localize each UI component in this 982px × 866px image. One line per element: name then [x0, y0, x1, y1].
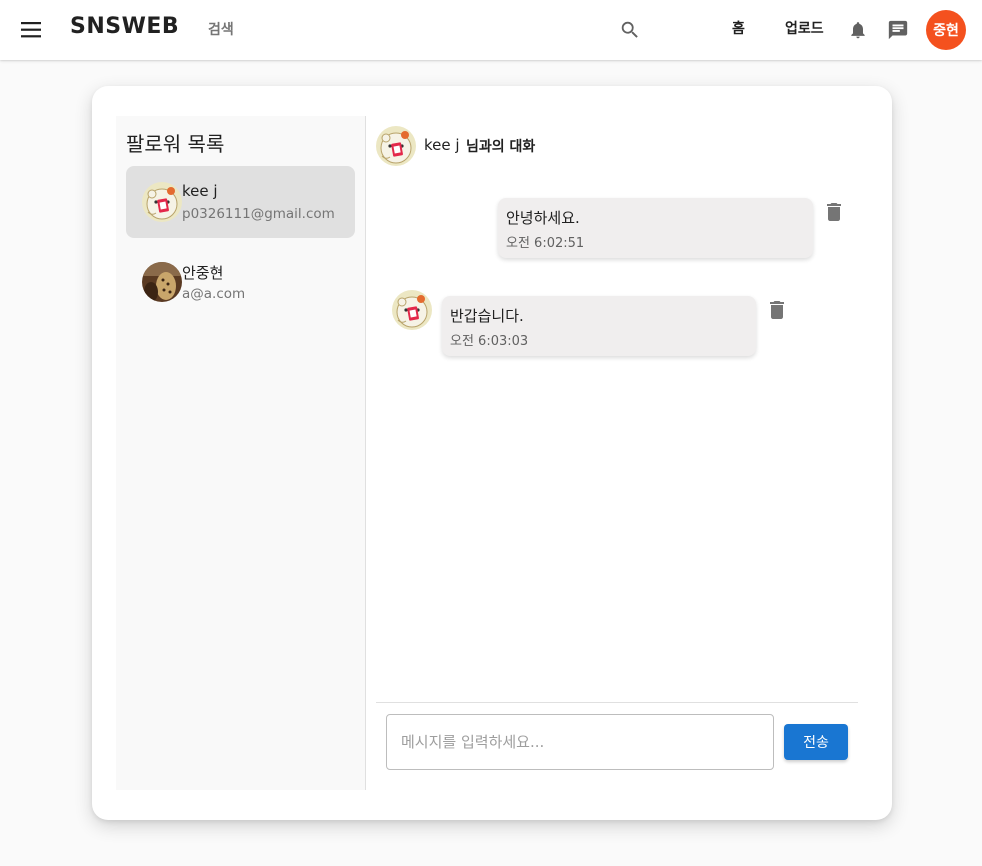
message-time: 오전 6:02:51: [506, 236, 585, 251]
trash-icon: [765, 298, 789, 322]
send-button[interactable]: 전송: [784, 724, 848, 760]
contact-email: p0326111@gmail.com: [182, 206, 335, 222]
messages-button[interactable]: [882, 14, 914, 46]
message-time: 오전 6:03:03: [450, 334, 529, 349]
photo-avatar: [142, 262, 182, 302]
delete-message-button[interactable]: [765, 298, 789, 322]
message-bubble: 안녕하세요. 오전 6:02:51: [498, 198, 813, 258]
hamster-avatar: [376, 126, 416, 166]
delete-message-button[interactable]: [822, 200, 846, 224]
chat-panel: kee j 님과의 대화 안녕하세요. 오전 6:02:51 반갑습니다. 오전…: [376, 116, 858, 790]
chat-partner-name: kee j: [424, 136, 460, 154]
composer-divider: [376, 702, 858, 703]
bell-icon: [851, 22, 865, 39]
sidebar-title: 팔로워 목록: [126, 132, 225, 156]
message-text: 반갑습니다.: [450, 307, 524, 325]
contact-item-kee-j[interactable]: kee j p0326111@gmail.com: [126, 166, 355, 238]
search-icon: [621, 21, 638, 38]
message-input[interactable]: [386, 714, 774, 770]
search-button[interactable]: [612, 12, 648, 48]
trash-icon: [822, 200, 846, 224]
app-bar: SNSWEB 검색 홈 업로드 중현: [0, 0, 982, 60]
chat-icon: [888, 20, 908, 40]
contact-name: 안중현: [182, 264, 224, 282]
message-text: 안녕하세요.: [506, 209, 580, 227]
hamster-avatar: [392, 290, 432, 330]
nav-upload-link[interactable]: 업로드: [785, 18, 824, 38]
contact-name: kee j: [182, 182, 218, 200]
chat-header-title: 님과의 대화: [466, 139, 536, 155]
menu-button[interactable]: [14, 12, 50, 48]
notifications-button[interactable]: [842, 14, 874, 46]
chat-card: 팔로워 목록 kee j p0326111@gmail.com 안중현 a@a.…: [92, 86, 892, 820]
message-bubble: 반갑습니다. 오전 6:03:03: [442, 296, 756, 356]
contact-item-ahn-junghyun[interactable]: 안중현 a@a.com: [126, 246, 355, 318]
search-link[interactable]: 검색: [208, 19, 234, 39]
menu-icon: [21, 22, 41, 38]
follower-sidebar: 팔로워 목록 kee j p0326111@gmail.com 안중현 a@a.…: [116, 116, 366, 790]
hamster-avatar: [142, 182, 182, 222]
user-avatar[interactable]: 중현: [926, 10, 966, 50]
brand-logo[interactable]: SNSWEB: [70, 14, 179, 39]
nav-home-link[interactable]: 홈: [732, 18, 745, 38]
contact-email: a@a.com: [182, 286, 246, 302]
